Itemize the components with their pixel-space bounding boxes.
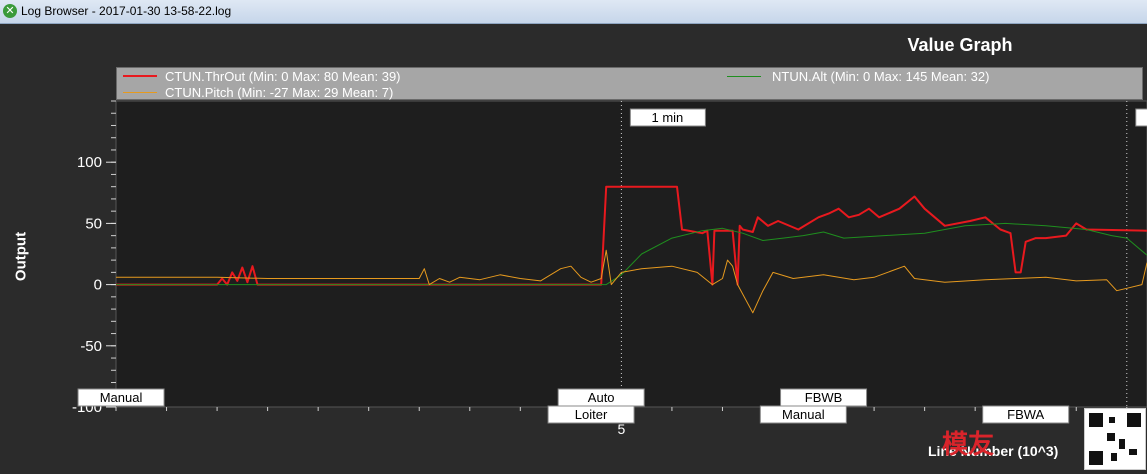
y-tick-label: 100 bbox=[77, 154, 102, 171]
time-marker-label: 1 min bbox=[651, 110, 683, 125]
mode-label: Auto bbox=[588, 390, 615, 405]
time-marker-box bbox=[1135, 108, 1147, 127]
mode-label: Loiter bbox=[575, 407, 608, 422]
mode-label: Manual bbox=[100, 390, 143, 405]
plot-svg: 100500-50-10051 min2 minManualAutoLoiter… bbox=[72, 100, 1147, 437]
qr-code bbox=[1084, 408, 1146, 470]
plot-area bbox=[115, 100, 1147, 408]
mode-label: Manual bbox=[782, 407, 825, 422]
y-tick-label: -50 bbox=[80, 338, 102, 355]
watermark-logo: 模友 bbox=[942, 430, 995, 460]
mode-label: FBWB bbox=[805, 390, 843, 405]
y-tick-label: 50 bbox=[85, 215, 102, 232]
y-tick-label: 0 bbox=[94, 277, 102, 294]
mode-label: FBWA bbox=[1007, 407, 1044, 422]
